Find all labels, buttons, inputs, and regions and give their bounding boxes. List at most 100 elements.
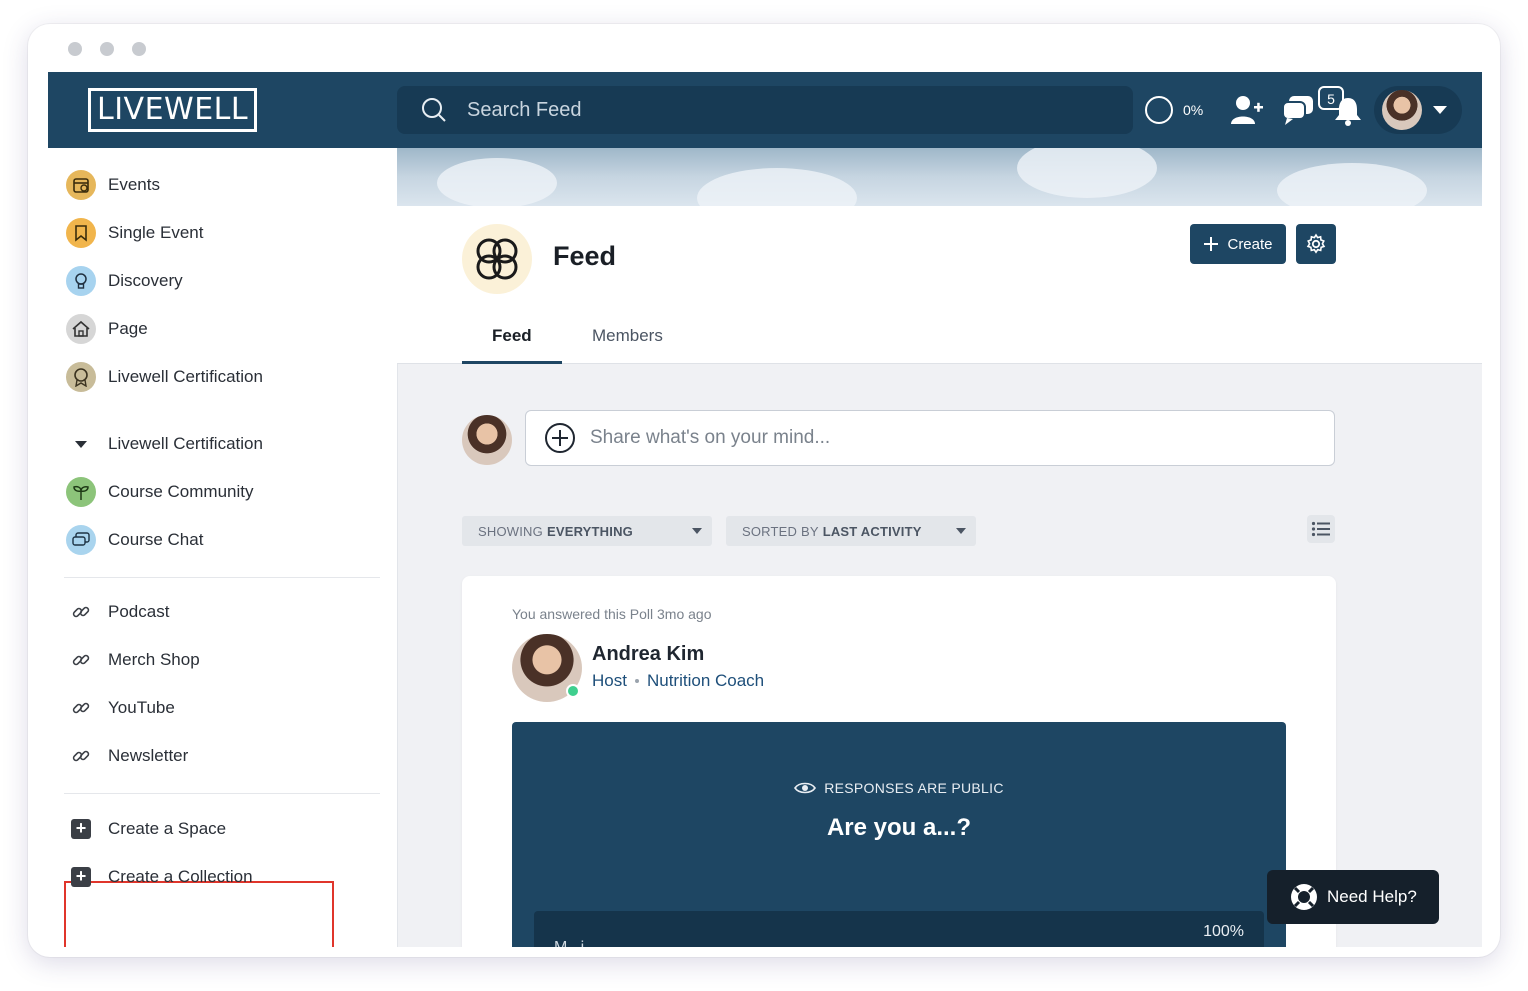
sidebar-item-label: Single Event <box>108 223 204 242</box>
create-button-label: Create <box>1227 235 1273 253</box>
filter-value: EVERYTHING <box>546 523 633 539</box>
link-icon <box>66 741 96 771</box>
author-roles: Host Nutrition Coach <box>592 671 764 691</box>
sidebar-item-label: Course Chat <box>108 530 204 549</box>
composer-avatar <box>462 415 512 465</box>
space-cover-image <box>397 148 1482 228</box>
progress-indicator[interactable]: 0% <box>1145 72 1203 148</box>
sidebar: Events Single Event Discovery Page Livew… <box>48 148 398 947</box>
sidebar-item-label: Events <box>108 175 160 194</box>
sidebar-item-label: Course Community <box>108 482 254 501</box>
user-avatar <box>1382 90 1422 130</box>
plus-square-icon: + <box>66 814 96 844</box>
role-title: Nutrition Coach <box>646 671 765 690</box>
sidebar-link-newsletter[interactable]: Newsletter <box>66 739 188 773</box>
poll-card: RESPONSES ARE PUBLIC Are you a...? 100% … <box>512 722 1286 947</box>
dot-separator <box>634 679 639 683</box>
sidebar-item-course-chat[interactable]: Course Chat <box>66 523 203 557</box>
sidebar-link-podcast[interactable]: Podcast <box>66 595 169 629</box>
active-tab-indicator <box>462 361 562 364</box>
sprout-icon <box>66 477 96 507</box>
create-space-button[interactable]: + Create a Space <box>66 812 226 846</box>
tab-feed[interactable]: Feed <box>492 326 532 346</box>
filter-prefix: SHOWING <box>478 523 543 539</box>
post-composer[interactable]: Share what's on your mind... <box>525 410 1335 466</box>
poll-option-percent: 100% <box>1203 923 1244 940</box>
brand-logo[interactable]: LIVEWELL <box>88 88 258 132</box>
collection-header-livewell-certification[interactable]: Livewell Certification <box>66 427 263 461</box>
sidebar-item-label: Discovery <box>108 271 183 290</box>
feed-post-card: You answered this Poll 3mo ago Andrea Ki… <box>462 576 1336 947</box>
caret-down-icon <box>956 528 966 534</box>
sidebar-item-label: Page <box>108 319 148 338</box>
invite-member-icon[interactable] <box>1230 94 1264 126</box>
list-view-button[interactable] <box>1307 515 1335 543</box>
gear-icon <box>1306 233 1326 254</box>
page-title: Feed <box>553 241 617 271</box>
chat-icon <box>66 525 96 555</box>
sidebar-item-livewell-certification[interactable]: Livewell Certification <box>66 360 263 394</box>
house-icon <box>66 314 96 344</box>
caret-down-icon <box>1433 106 1447 114</box>
sidebar-item-course-community[interactable]: Course Community <box>66 475 254 509</box>
create-button[interactable]: Create <box>1190 224 1286 264</box>
window-controls <box>68 42 146 56</box>
app: LIVEWELL Search Feed 0% 5 Events Single … <box>48 72 1482 947</box>
user-menu[interactable] <box>1374 86 1462 134</box>
award-icon <box>66 362 96 392</box>
window-dot-maximize[interactable] <box>132 42 146 56</box>
create-collection-button[interactable]: + Create a Collection <box>66 860 253 894</box>
search-placeholder: Search Feed <box>467 98 582 121</box>
sidebar-item-events[interactable]: Events <box>66 168 160 202</box>
bookmark-icon <box>66 218 96 248</box>
calendar-icon <box>66 170 96 200</box>
sidebar-divider <box>64 577 380 578</box>
bell-icon[interactable] <box>1332 96 1364 126</box>
sort-value: LAST ACTIVITY <box>822 523 922 539</box>
need-help-button[interactable]: Need Help? <box>1267 870 1439 924</box>
composer-placeholder: Share what's on your mind... <box>590 427 831 448</box>
sidebar-link-youtube[interactable]: YouTube <box>66 691 175 725</box>
link-icon <box>66 645 96 675</box>
sidebar-divider <box>64 793 380 794</box>
sidebar-link-label: Newsletter <box>108 746 189 765</box>
search-input[interactable]: Search Feed <box>397 86 1133 134</box>
online-status-dot <box>566 684 580 698</box>
messages-icon[interactable] <box>1281 94 1315 126</box>
sidebar-item-page[interactable]: Page <box>66 312 148 346</box>
sidebar-item-label: Livewell Certification <box>108 367 263 386</box>
showing-filter-dropdown[interactable]: SHOWING EVERYTHING <box>462 516 712 546</box>
lightbulb-icon <box>66 266 96 296</box>
window-dot-minimize[interactable] <box>100 42 114 56</box>
sort-prefix: SORTED BY <box>742 523 819 539</box>
create-collection-label: Create a Collection <box>108 867 253 886</box>
flower-logo-icon <box>476 238 518 280</box>
caret-down-icon <box>66 429 96 459</box>
author-name[interactable]: Andrea Kim <box>592 643 704 666</box>
link-icon <box>66 597 96 627</box>
plus-square-icon: + <box>66 862 96 892</box>
sidebar-link-label: YouTube <box>108 698 175 717</box>
plus-icon <box>1204 237 1219 251</box>
sidebar-item-single-event[interactable]: Single Event <box>66 216 203 250</box>
poll-option[interactable]: 100% M...i... <box>534 911 1264 947</box>
need-help-label: Need Help? <box>1327 887 1417 906</box>
link-icon <box>66 693 96 723</box>
sidebar-link-label: Podcast <box>108 602 170 621</box>
plus-circle-icon <box>545 423 575 453</box>
lifebuoy-icon <box>1291 884 1317 910</box>
space-settings-button[interactable] <box>1296 224 1336 264</box>
poll-question: Are you a...? <box>826 814 972 841</box>
browser-window: LIVEWELL Search Feed 0% 5 Events Single … <box>28 24 1500 957</box>
sidebar-item-discovery[interactable]: Discovery <box>66 264 183 298</box>
sort-dropdown[interactable]: SORTED BY LAST ACTIVITY <box>726 516 976 546</box>
post-meta: You answered this Poll 3mo ago <box>512 606 712 622</box>
poll-visibility: RESPONSES ARE PUBLIC <box>512 780 1286 796</box>
space-logo <box>462 224 532 294</box>
collection-label: Livewell Certification <box>108 434 263 453</box>
tab-members[interactable]: Members <box>592 326 663 346</box>
sidebar-link-merch-shop[interactable]: Merch Shop <box>66 643 200 677</box>
progress-label: 0% <box>1183 102 1204 118</box>
sidebar-link-label: Merch Shop <box>108 650 200 669</box>
window-dot-close[interactable] <box>68 42 82 56</box>
